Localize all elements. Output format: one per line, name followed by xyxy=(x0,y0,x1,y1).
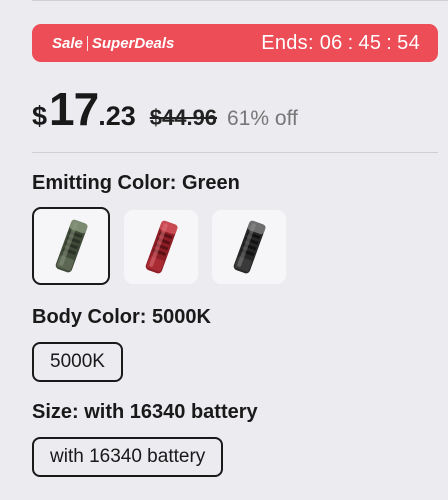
flashlight-red-icon xyxy=(145,220,178,274)
superdeals-brand: Sale SuperDeals xyxy=(52,35,174,52)
size-option-16340-battery[interactable]: with 16340 battery xyxy=(32,437,224,477)
sale-label: Sale xyxy=(52,34,83,52)
brand-separator xyxy=(86,35,88,51)
original-price: $44.96 xyxy=(149,105,218,130)
flashlight-black-icon xyxy=(233,220,266,274)
swatch-green[interactable] xyxy=(32,207,110,285)
countdown-minutes: 45 xyxy=(358,31,382,54)
price-integer: 17 xyxy=(49,83,99,135)
ends-label: Ends: xyxy=(261,31,314,54)
size-label: Size: with 16340 battery xyxy=(32,401,258,423)
discount-badge: 61% off xyxy=(227,107,298,130)
superdeals-banner: Sale SuperDeals Ends: 06:45:54 xyxy=(32,24,438,62)
price-currency: $ xyxy=(32,101,48,131)
countdown-colon: : xyxy=(386,31,393,54)
product-options-panel: Sale SuperDeals Ends: 06:45:54 $ 17 .23 … xyxy=(0,0,448,500)
emitting-color-options xyxy=(32,207,286,285)
body-color-label: Body Color: 5000K xyxy=(32,306,211,328)
flashlight-green-icon xyxy=(55,219,88,273)
top-divider xyxy=(32,0,448,1)
section-divider xyxy=(32,152,438,153)
body-color-option-5000k[interactable]: 5000K xyxy=(32,342,123,382)
countdown-seconds: 54 xyxy=(397,31,420,54)
swatch-red[interactable] xyxy=(124,210,198,284)
emitting-color-label: Emitting Color: Green xyxy=(32,172,240,194)
swatch-black[interactable] xyxy=(212,210,286,284)
price-decimal: .23 xyxy=(98,101,136,131)
sale-countdown: Ends: 06:45:54 xyxy=(261,32,420,55)
superdeals-label: SuperDeals xyxy=(91,34,175,52)
countdown-hours: 06 xyxy=(319,31,343,54)
countdown-colon: : xyxy=(347,31,354,54)
price-row: $ 17 .23 $44.96 61% off xyxy=(32,82,298,135)
